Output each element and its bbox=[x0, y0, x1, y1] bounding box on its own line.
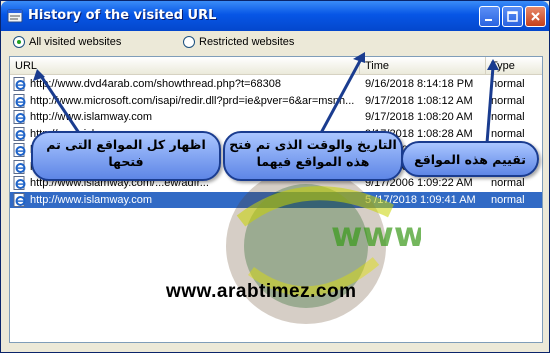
filter-options: All visited websites Restricted websites bbox=[11, 35, 531, 53]
row-type: normal bbox=[491, 127, 525, 140]
row-type: normal bbox=[491, 193, 525, 206]
watermark-text: www.arabtimez.com bbox=[166, 281, 357, 302]
radio-selected-indicator[interactable] bbox=[13, 36, 25, 48]
maximize-icon bbox=[507, 11, 518, 22]
table-row[interactable]: http://www.dvd4arab.com/showthread.php?t… bbox=[10, 76, 542, 93]
history-app-icon bbox=[7, 9, 23, 23]
row-time: 9/17/2018 1:08:20 AM bbox=[365, 111, 473, 123]
row-url: http://www.islamway.com bbox=[30, 193, 153, 206]
list-header: URL Time Type bbox=[10, 57, 542, 75]
ie-page-icon bbox=[13, 159, 26, 174]
all-websites-label[interactable]: All visited websites bbox=[29, 36, 121, 48]
window-title: History of the visited URL bbox=[28, 8, 217, 23]
radio-indicator[interactable] bbox=[183, 36, 195, 48]
column-header-time[interactable]: Time bbox=[360, 57, 486, 75]
row-url: http://www.dvd4arab.com/showthread.php?t… bbox=[30, 78, 282, 90]
ie-page-icon bbox=[13, 126, 26, 141]
ie-page-icon bbox=[13, 176, 26, 190]
restricted-websites-radio[interactable]: Restricted websites bbox=[183, 36, 294, 48]
minimize-icon bbox=[485, 19, 492, 21]
ie-page-icon bbox=[13, 77, 26, 91]
row-time: 9/16/2018 8:14:18 PM bbox=[365, 78, 474, 90]
table-row[interactable]: http://www.islamway.com 9/17/2018 1:08:20… bbox=[10, 109, 542, 126]
table-row[interactable]: http://www.microsoft.com/isapi/redir.dll… bbox=[10, 93, 542, 110]
all-websites-radio[interactable]: All visited websites bbox=[13, 36, 121, 48]
row-type: normal bbox=[491, 78, 525, 90]
restricted-websites-label[interactable]: Restricted websites bbox=[199, 36, 294, 48]
ie-page-icon bbox=[13, 192, 26, 207]
row-url: http://www.islamway.com bbox=[30, 111, 153, 123]
row-type: normal bbox=[491, 111, 525, 123]
row-time: 5 /17/2018 1:09:41 AM bbox=[365, 193, 476, 206]
close-icon bbox=[531, 12, 540, 21]
ie-page-icon bbox=[13, 143, 26, 157]
row-time: 9/17/2018 1:08:12 AM bbox=[365, 94, 473, 107]
annotation-time-note: التاريخ والوقت الذى تم فتح هذه المواقع ف… bbox=[223, 131, 403, 181]
table-row[interactable]: http://www.islamway.com 5 /17/2018 1:09:4… bbox=[10, 191, 542, 208]
annotation-url-note: اظهار كل المواقع التى تم فتحها bbox=[31, 131, 221, 181]
close-button[interactable] bbox=[525, 6, 546, 27]
column-header-type[interactable]: Type bbox=[486, 57, 542, 75]
title-bar[interactable]: History of the visited URL bbox=[1, 1, 549, 31]
row-type: normal bbox=[491, 94, 525, 107]
row-type: normal bbox=[491, 177, 525, 189]
column-header-url[interactable]: URL bbox=[10, 57, 360, 75]
maximize-button[interactable] bbox=[502, 6, 523, 27]
ie-page-icon bbox=[13, 110, 26, 124]
ie-page-icon bbox=[13, 93, 26, 108]
row-url: http://www.microsoft.com/isapi/redir.dll… bbox=[30, 94, 355, 107]
annotation-type-note: تقييم هذه المواقع bbox=[401, 141, 539, 177]
minimize-button[interactable] bbox=[479, 6, 500, 27]
history-window: History of the visited URL All visited w… bbox=[0, 0, 550, 353]
